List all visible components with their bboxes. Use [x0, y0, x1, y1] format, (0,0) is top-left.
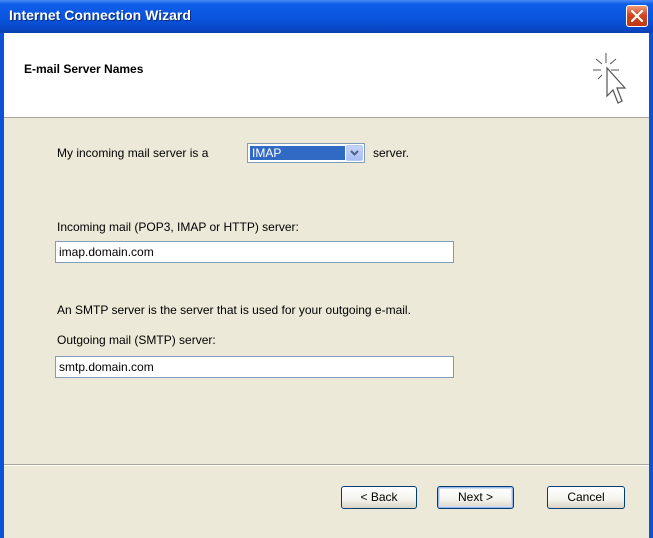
- wizard-window: Internet Connection Wizard E-mail Server…: [0, 0, 653, 538]
- smtp-description: An SMTP server is the server that is use…: [57, 303, 411, 317]
- cancel-button[interactable]: Cancel: [547, 486, 625, 509]
- close-icon: [631, 10, 643, 22]
- server-type-select[interactable]: IMAP: [247, 143, 365, 163]
- wizard-pointer-icon: [593, 53, 627, 104]
- wizard-header: E-mail Server Names: [4, 33, 649, 118]
- wizard-body: E-mail Server Names My incoming mail ser…: [4, 33, 649, 538]
- dropdown-button[interactable]: [346, 145, 363, 161]
- incoming-server-input[interactable]: imap.domain.com: [55, 241, 454, 263]
- footer-divider: [4, 464, 649, 466]
- back-button[interactable]: < Back: [341, 486, 417, 509]
- outgoing-server-label: Outgoing mail (SMTP) server:: [57, 333, 216, 347]
- page-title: E-mail Server Names: [24, 62, 144, 76]
- chevron-down-icon: [350, 150, 359, 156]
- incoming-type-suffix: server.: [373, 146, 410, 160]
- incoming-type-prefix: My incoming mail server is a: [57, 146, 209, 160]
- next-button[interactable]: Next >: [437, 486, 514, 509]
- window-title: Internet Connection Wizard: [9, 7, 191, 23]
- close-button[interactable]: [626, 5, 648, 27]
- server-type-value: IMAP: [250, 146, 345, 160]
- title-bar[interactable]: Internet Connection Wizard: [0, 0, 653, 33]
- outgoing-server-input[interactable]: smtp.domain.com: [55, 356, 454, 378]
- incoming-server-label: Incoming mail (POP3, IMAP or HTTP) serve…: [57, 220, 299, 234]
